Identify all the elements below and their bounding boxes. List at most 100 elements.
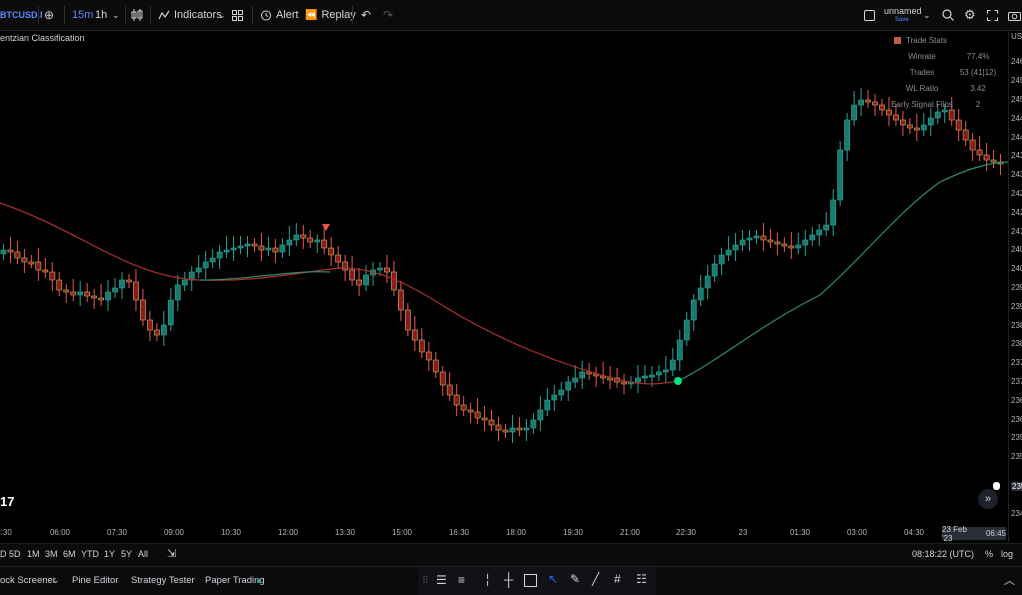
interval-dropdown[interactable]: ⌄ — [112, 0, 120, 30]
range-6m[interactable]: 6M — [63, 549, 76, 559]
candle-body — [851, 104, 857, 121]
range-3m[interactable]: 3M — [45, 549, 58, 559]
range-5y[interactable]: 5Y — [121, 549, 132, 559]
redo-button[interactable]: ↷ — [383, 0, 393, 30]
compare-button[interactable]: ⊕ — [44, 0, 54, 30]
double-chevron-right-icon: » — [984, 493, 992, 505]
undo-button[interactable]: ↶ — [361, 0, 371, 30]
settings-button[interactable]: ⚙ — [964, 0, 976, 30]
interval-1h-label[interactable]: 1h — [95, 9, 107, 21]
tab-paper-trading[interactable]: Paper Trading — [205, 575, 265, 586]
tab-stock-screener[interactable]: ock Screener — [0, 575, 56, 586]
candle-body — [767, 239, 774, 243]
pen-tool-icon[interactable]: ✎ — [570, 572, 580, 586]
save-label[interactable]: Save — [895, 17, 909, 23]
price-axis[interactable]: USD 246 245 245 244 244 243 243 242 242 … — [1008, 31, 1022, 542]
snapshot-button[interactable] — [1008, 0, 1021, 30]
range-1m[interactable]: 1M — [27, 549, 40, 559]
interval-15m[interactable]: 15m — [72, 0, 93, 30]
stats-label: Winrate — [908, 52, 936, 61]
candle-body — [558, 389, 565, 396]
crosshair-icon[interactable]: ┼ — [504, 572, 513, 587]
range-d[interactable]: D — [0, 549, 7, 559]
tab-pine-editor[interactable]: Pine Editor — [72, 575, 118, 586]
layout-dropdown[interactable]: ⌄ — [923, 0, 931, 30]
tab-strategy-tester[interactable]: Strategy Tester — [131, 575, 195, 586]
indicators-dropdown[interactable]: ⌄ — [218, 0, 226, 30]
chart-pane[interactable] — [0, 31, 1008, 542]
indicator-title[interactable]: entzian Classification — [0, 33, 85, 43]
chevron-down-icon[interactable]: ⌄ — [52, 575, 60, 586]
scroll-to-realtime-button[interactable]: » — [978, 489, 998, 509]
search-button[interactable] — [942, 0, 954, 30]
replay-button[interactable]: ⏪ Replay — [305, 0, 356, 30]
range-all[interactable]: All — [138, 549, 148, 559]
percent-toggle[interactable]: % — [985, 549, 993, 559]
top-toolbar: BTCUSD.I ⊕ 15m 1h ⌄ Indicators ⌄ Alert ⏪… — [0, 0, 1022, 31]
candle-body — [307, 237, 314, 243]
range-1y[interactable]: 1Y — [104, 549, 115, 559]
chevron-down-icon: ⌄ — [112, 9, 120, 20]
trendline-icon[interactable]: ╱ — [592, 572, 599, 586]
price-tick: 244 — [1011, 114, 1022, 123]
fib-tool-icon[interactable]: # — [614, 572, 621, 586]
candle-body — [649, 374, 655, 378]
grid-layout-icon — [232, 9, 243, 21]
layout-switch[interactable] — [864, 0, 875, 30]
candle-body — [711, 263, 718, 277]
candle-body — [272, 247, 279, 253]
candle-body — [84, 291, 91, 297]
candle-body — [725, 249, 732, 256]
horizontal-lines-icon[interactable]: ☰ — [436, 573, 447, 587]
candle-body — [718, 254, 725, 265]
candle-body — [697, 287, 704, 301]
candle-body — [251, 243, 258, 247]
time-tick: 03:00 — [846, 528, 868, 537]
price-tick: 235 — [1011, 452, 1022, 461]
rectangle-tool-icon[interactable] — [524, 574, 537, 587]
more-tools-icon[interactable]: ☷ — [636, 572, 647, 586]
time-tick: 01:30 — [789, 528, 811, 537]
candle-body — [279, 244, 286, 253]
price-tick: 239 — [1011, 283, 1022, 292]
symbol-label[interactable]: BTCUSD.I — [0, 10, 43, 20]
parallel-lines-icon[interactable]: ≡ — [458, 573, 465, 587]
candle-body — [488, 419, 495, 426]
interval-1h[interactable]: 1h — [95, 0, 107, 30]
indicators-button[interactable]: Indicators — [158, 0, 222, 30]
drag-handle-icon[interactable]: ⠿ — [422, 575, 429, 586]
stats-row: Early Signal Flips 2 — [888, 100, 1000, 114]
symbol-search[interactable]: BTCUSD.I — [0, 0, 43, 30]
replay-label[interactable]: Replay — [321, 9, 355, 21]
tradingview-logo[interactable]: 17 — [0, 494, 20, 512]
chart-type-button[interactable] — [131, 0, 143, 30]
candlestick-chart[interactable] — [0, 31, 1008, 542]
layouts-button[interactable] — [232, 0, 243, 30]
alert-label[interactable]: Alert — [276, 9, 299, 21]
candle-body — [126, 279, 132, 283]
time-axis[interactable]: 4:30 06:00 07:30 09:00 10:30 12:00 13:30… — [0, 523, 1008, 542]
range-5d[interactable]: 5D — [9, 549, 21, 559]
cursor-arrow-icon[interactable]: ↖ — [548, 572, 558, 586]
candle-body — [349, 269, 355, 281]
calendar-range-icon[interactable]: ⇲ — [167, 547, 176, 560]
fullscreen-button[interactable] — [987, 0, 998, 30]
interval-15m-label[interactable]: 15m — [72, 9, 93, 21]
candle-body — [105, 291, 111, 301]
chevron-up-icon[interactable]: ︿ — [1004, 572, 1015, 588]
vertical-line-icon[interactable]: ╎ — [484, 573, 491, 587]
candle-body — [537, 409, 544, 421]
indicators-label[interactable]: Indicators — [174, 9, 222, 21]
price-tick: 236 — [1011, 415, 1022, 424]
utc-clock[interactable]: 08:18:22 (UTC) — [912, 549, 974, 559]
undo-icon: ↶ — [361, 8, 372, 22]
log-toggle[interactable]: log — [1001, 549, 1013, 559]
candle-body — [823, 224, 830, 231]
time-tick: 22:30 — [675, 528, 697, 537]
candle-body — [635, 377, 641, 383]
divider — [352, 6, 353, 24]
candle-body — [900, 119, 906, 126]
alert-button[interactable]: Alert — [260, 0, 299, 30]
candle-body — [216, 251, 223, 259]
range-ytd[interactable]: YTD — [81, 549, 99, 559]
